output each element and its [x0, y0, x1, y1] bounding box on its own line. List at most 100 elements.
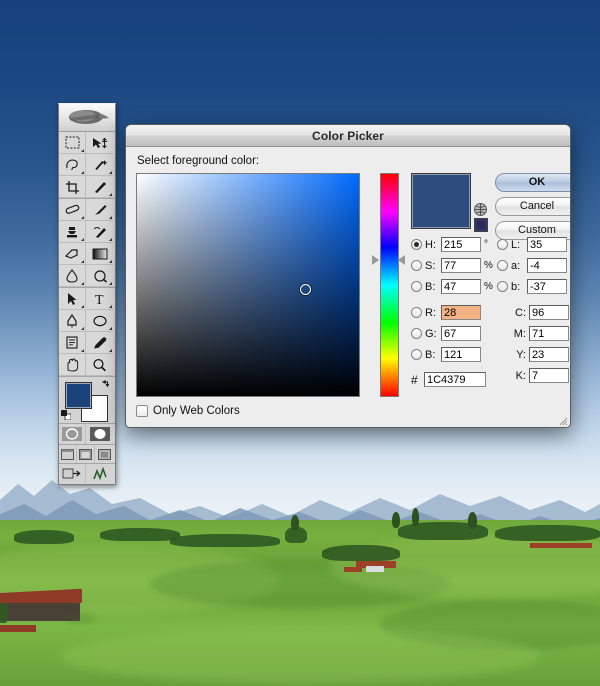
brush-tool-icon[interactable]	[86, 199, 113, 221]
unit-s: %	[484, 260, 493, 271]
input-s[interactable]	[441, 258, 481, 273]
lab-cmyk-column: L: a: b:	[497, 235, 570, 387]
eraser-tool-icon[interactable]	[59, 243, 86, 265]
ok-button[interactable]: OK	[495, 173, 570, 192]
field-row-m[interactable]: M: %	[497, 324, 570, 343]
clone-stamp-tool-icon[interactable]	[59, 221, 86, 243]
foreground-background-colors[interactable]	[59, 377, 115, 424]
input-c[interactable]	[529, 305, 569, 320]
marquee-tool-icon[interactable]	[59, 132, 86, 154]
label-g: G:	[425, 327, 437, 340]
radio-h[interactable]	[411, 239, 422, 250]
blur-tool-icon[interactable]	[59, 265, 86, 287]
type-tool-icon[interactable]: T	[86, 288, 113, 310]
input-h[interactable]	[441, 237, 481, 252]
tool-flyout-corner	[81, 216, 84, 219]
standard-mask-mode-icon[interactable]	[59, 424, 86, 444]
input-k[interactable]	[529, 368, 569, 383]
field-row-a[interactable]: a:	[497, 256, 570, 275]
photoshop-tools-palette[interactable]: T	[58, 103, 116, 485]
dialog-footer[interactable]: Only Web Colors	[136, 405, 560, 417]
hue-slider-handle-left[interactable]	[372, 255, 379, 266]
healing-brush-tool-icon[interactable]	[59, 199, 86, 221]
field-row-y[interactable]: Y: %	[497, 345, 570, 364]
mask-mode-buttons[interactable]	[59, 424, 115, 445]
shape-tool-icon[interactable]	[86, 310, 113, 332]
radio-s[interactable]	[411, 260, 422, 271]
standard-screen-mode-icon[interactable]	[59, 445, 77, 463]
field-row-r[interactable]: R:	[411, 303, 497, 322]
input-r[interactable]	[441, 305, 481, 320]
path-selection-tool-icon[interactable]	[59, 288, 86, 310]
foreground-color-swatch[interactable]	[65, 382, 92, 409]
only-web-colors-label: Only Web Colors	[153, 405, 240, 417]
jump-to-imageready-icon[interactable]	[59, 464, 86, 484]
pen-tool-icon[interactable]	[59, 310, 86, 332]
history-brush-tool-icon[interactable]	[86, 221, 113, 243]
tool-group-vector[interactable]: T	[59, 288, 115, 377]
hex-input[interactable]	[424, 372, 486, 387]
radio-b-brightness[interactable]	[411, 281, 422, 292]
input-b-brightness[interactable]	[441, 279, 481, 294]
hue-slider[interactable]	[372, 173, 405, 397]
full-screen-mode-icon[interactable]	[95, 445, 113, 463]
hex-row[interactable]: #	[411, 372, 497, 387]
field-row-b-brightness[interactable]: B: %	[411, 277, 497, 296]
field-row-b-blue[interactable]: B:	[411, 345, 497, 364]
gradient-tool-icon[interactable]	[86, 243, 113, 265]
default-colors-icon[interactable]	[61, 410, 71, 420]
field-row-c[interactable]: C: %	[497, 303, 570, 322]
radio-a[interactable]	[497, 260, 508, 271]
crop-tool-icon[interactable]	[59, 176, 86, 198]
slice-tool-icon[interactable]	[86, 176, 113, 198]
field-row-k[interactable]: K: %	[497, 366, 570, 385]
field-row-s[interactable]: S: %	[411, 256, 497, 275]
hand-tool-icon[interactable]	[59, 354, 86, 376]
cancel-button[interactable]: Cancel	[495, 197, 570, 216]
dialog-titlebar[interactable]: Color Picker	[126, 125, 570, 147]
hue-spectrum-bar[interactable]	[380, 173, 399, 397]
move-tool-icon[interactable]	[86, 132, 113, 154]
only-web-colors-checkbox[interactable]	[136, 405, 148, 417]
quick-mask-mode-icon[interactable]	[86, 424, 113, 444]
tool-group-retouch[interactable]	[59, 199, 115, 288]
radio-b-lab[interactable]	[497, 281, 508, 292]
dodge-tool-icon[interactable]	[86, 265, 113, 287]
zoom-tool-icon[interactable]	[86, 354, 113, 376]
field-row-b-lab[interactable]: b:	[497, 277, 570, 296]
farmhouse-roof	[344, 567, 362, 572]
hue-slider-handle-right[interactable]	[398, 255, 405, 266]
swap-colors-icon[interactable]	[101, 379, 111, 389]
field-row-l[interactable]: L:	[497, 235, 570, 254]
radio-l[interactable]	[497, 239, 508, 250]
web-safe-warning-icon[interactable]	[474, 203, 487, 216]
label-b-brightness: B:	[425, 280, 436, 293]
input-l[interactable]	[527, 237, 567, 252]
input-g[interactable]	[441, 326, 481, 341]
resize-grip-icon[interactable]	[556, 414, 568, 426]
web-safe-alternate-swatch[interactable]	[474, 218, 488, 232]
tool-group-selection[interactable]	[59, 132, 115, 199]
jump-to-buttons[interactable]	[59, 464, 115, 484]
radio-g[interactable]	[411, 328, 422, 339]
eyedropper-tool-icon[interactable]	[86, 332, 113, 354]
jump-to-app-icon[interactable]	[86, 464, 113, 484]
color-field-marker[interactable]	[300, 283, 312, 295]
lasso-tool-icon[interactable]	[59, 154, 86, 176]
field-row-h[interactable]: H: °	[411, 235, 497, 254]
input-b-lab[interactable]	[527, 279, 567, 294]
full-screen-with-menubar-icon[interactable]	[77, 445, 95, 463]
screen-mode-buttons[interactable]	[59, 445, 115, 464]
radio-r[interactable]	[411, 307, 422, 318]
saturation-brightness-field[interactable]	[136, 173, 360, 397]
color-picker-dialog[interactable]: Color Picker Select foreground color: OK…	[125, 124, 571, 428]
input-b-blue[interactable]	[441, 347, 481, 362]
input-m[interactable]	[529, 326, 569, 341]
input-a[interactable]	[527, 258, 567, 273]
magic-wand-tool-icon[interactable]	[86, 154, 113, 176]
radio-b-blue[interactable]	[411, 349, 422, 360]
input-y[interactable]	[529, 347, 569, 362]
notes-tool-icon[interactable]	[59, 332, 86, 354]
web-safe-warning-group[interactable]	[474, 173, 494, 232]
field-row-g[interactable]: G:	[411, 324, 497, 343]
